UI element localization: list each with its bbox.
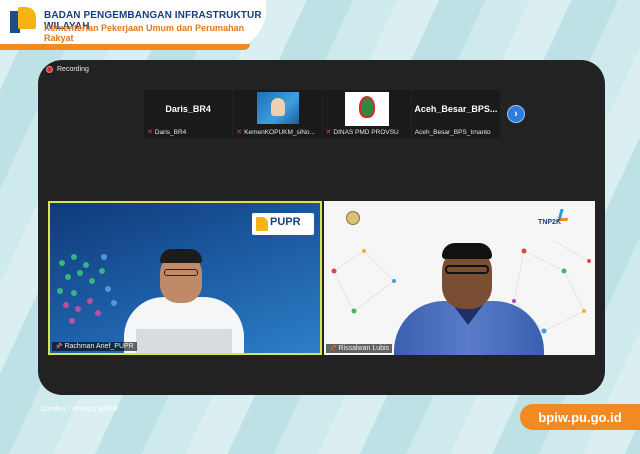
participant-name: Aceh_Besar_BPS_Irnanto (414, 129, 491, 136)
laptop (136, 329, 232, 353)
video-name-tag: 📌 Rachman Arief_PUPR (52, 342, 137, 351)
participant-label: ✕ DINAS PMD PROVSU (325, 128, 399, 137)
chevron-right-icon: › (514, 108, 518, 120)
participant-strip: Daris_BR4 ✕ Daris_BR4 ✕ KemenKOPUKM_siNo… (144, 90, 500, 138)
source-credit: Sumber : Kompu BPIW (40, 404, 118, 413)
next-page-button[interactable]: › (507, 105, 525, 123)
record-icon (46, 66, 53, 73)
garuda-emblem-icon (346, 211, 360, 225)
pupr-logo: PUPR (252, 213, 314, 235)
speaker-name: Rachman Arief_PUPR (64, 343, 134, 350)
main-video-speaker[interactable]: PUPR 📌 Rachman Arief_PUPR (48, 201, 322, 355)
dot-pattern (57, 254, 117, 324)
participant-thumbnail[interactable]: ✕ DINAS PMD PROVSU (322, 90, 411, 138)
participant-thumbnail[interactable]: ✕ KemenKOPUKM_siNo... (233, 90, 322, 138)
mic-muted-icon: ✕ (325, 129, 332, 136)
participant-label: ✕ KemenKOPUKM_siNo... (236, 128, 315, 137)
org-subtitle: Kementerian Pekerjaan Umum dan Perumahan… (44, 23, 245, 43)
participant-title: Daris_BR4 (165, 104, 211, 114)
mic-muted-icon: ✕ (147, 129, 153, 136)
participant-video (257, 92, 300, 124)
participant-name: Rissalwan Lubis (338, 345, 390, 352)
pin-icon: 📌 (329, 346, 337, 352)
participant-label: ✕ Daris_BR4 (147, 128, 187, 137)
mic-muted-icon: ✕ (236, 129, 243, 136)
video-name-tag: 📌 Rissalwan Lubis (326, 344, 393, 353)
participant-name: KemenKOPUKM_siNo... (244, 128, 315, 136)
header-accent-bar (0, 44, 250, 50)
participant-name: DINAS PMD PROVSU (333, 128, 399, 136)
participant-thumbnail[interactable]: Daris_BR4 ✕ Daris_BR4 (144, 90, 233, 138)
header-banner: BADAN PENGEMBANGAN INFRASTRUKTUR WILAYAH… (0, 0, 266, 50)
website-badge[interactable]: bpiw.pu.go.id (520, 404, 640, 430)
pin-icon: 📌 (55, 344, 63, 350)
main-video-participant[interactable]: TNP2K 📌 Rissalwan Lubis (324, 201, 595, 355)
participant-thumbnail[interactable]: Aceh_Besar_BPS... Aceh_Besar_BPS_Irnanto (411, 90, 500, 138)
recording-indicator: Recording (46, 66, 89, 73)
meeting-window: Recording Daris_BR4 ✕ Daris_BR4 ✕ KemenK… (38, 60, 605, 395)
participant-name: Daris_BR4 (154, 128, 187, 136)
bpiw-logo (10, 7, 38, 37)
participant-video (344, 92, 389, 126)
participant-label: Aceh_Besar_BPS_Irnanto (415, 129, 491, 136)
recording-label: Recording (57, 66, 89, 73)
tnp2k-logo: TNP2K (538, 219, 561, 226)
participant-title: Aceh_Besar_BPS... (414, 104, 498, 114)
